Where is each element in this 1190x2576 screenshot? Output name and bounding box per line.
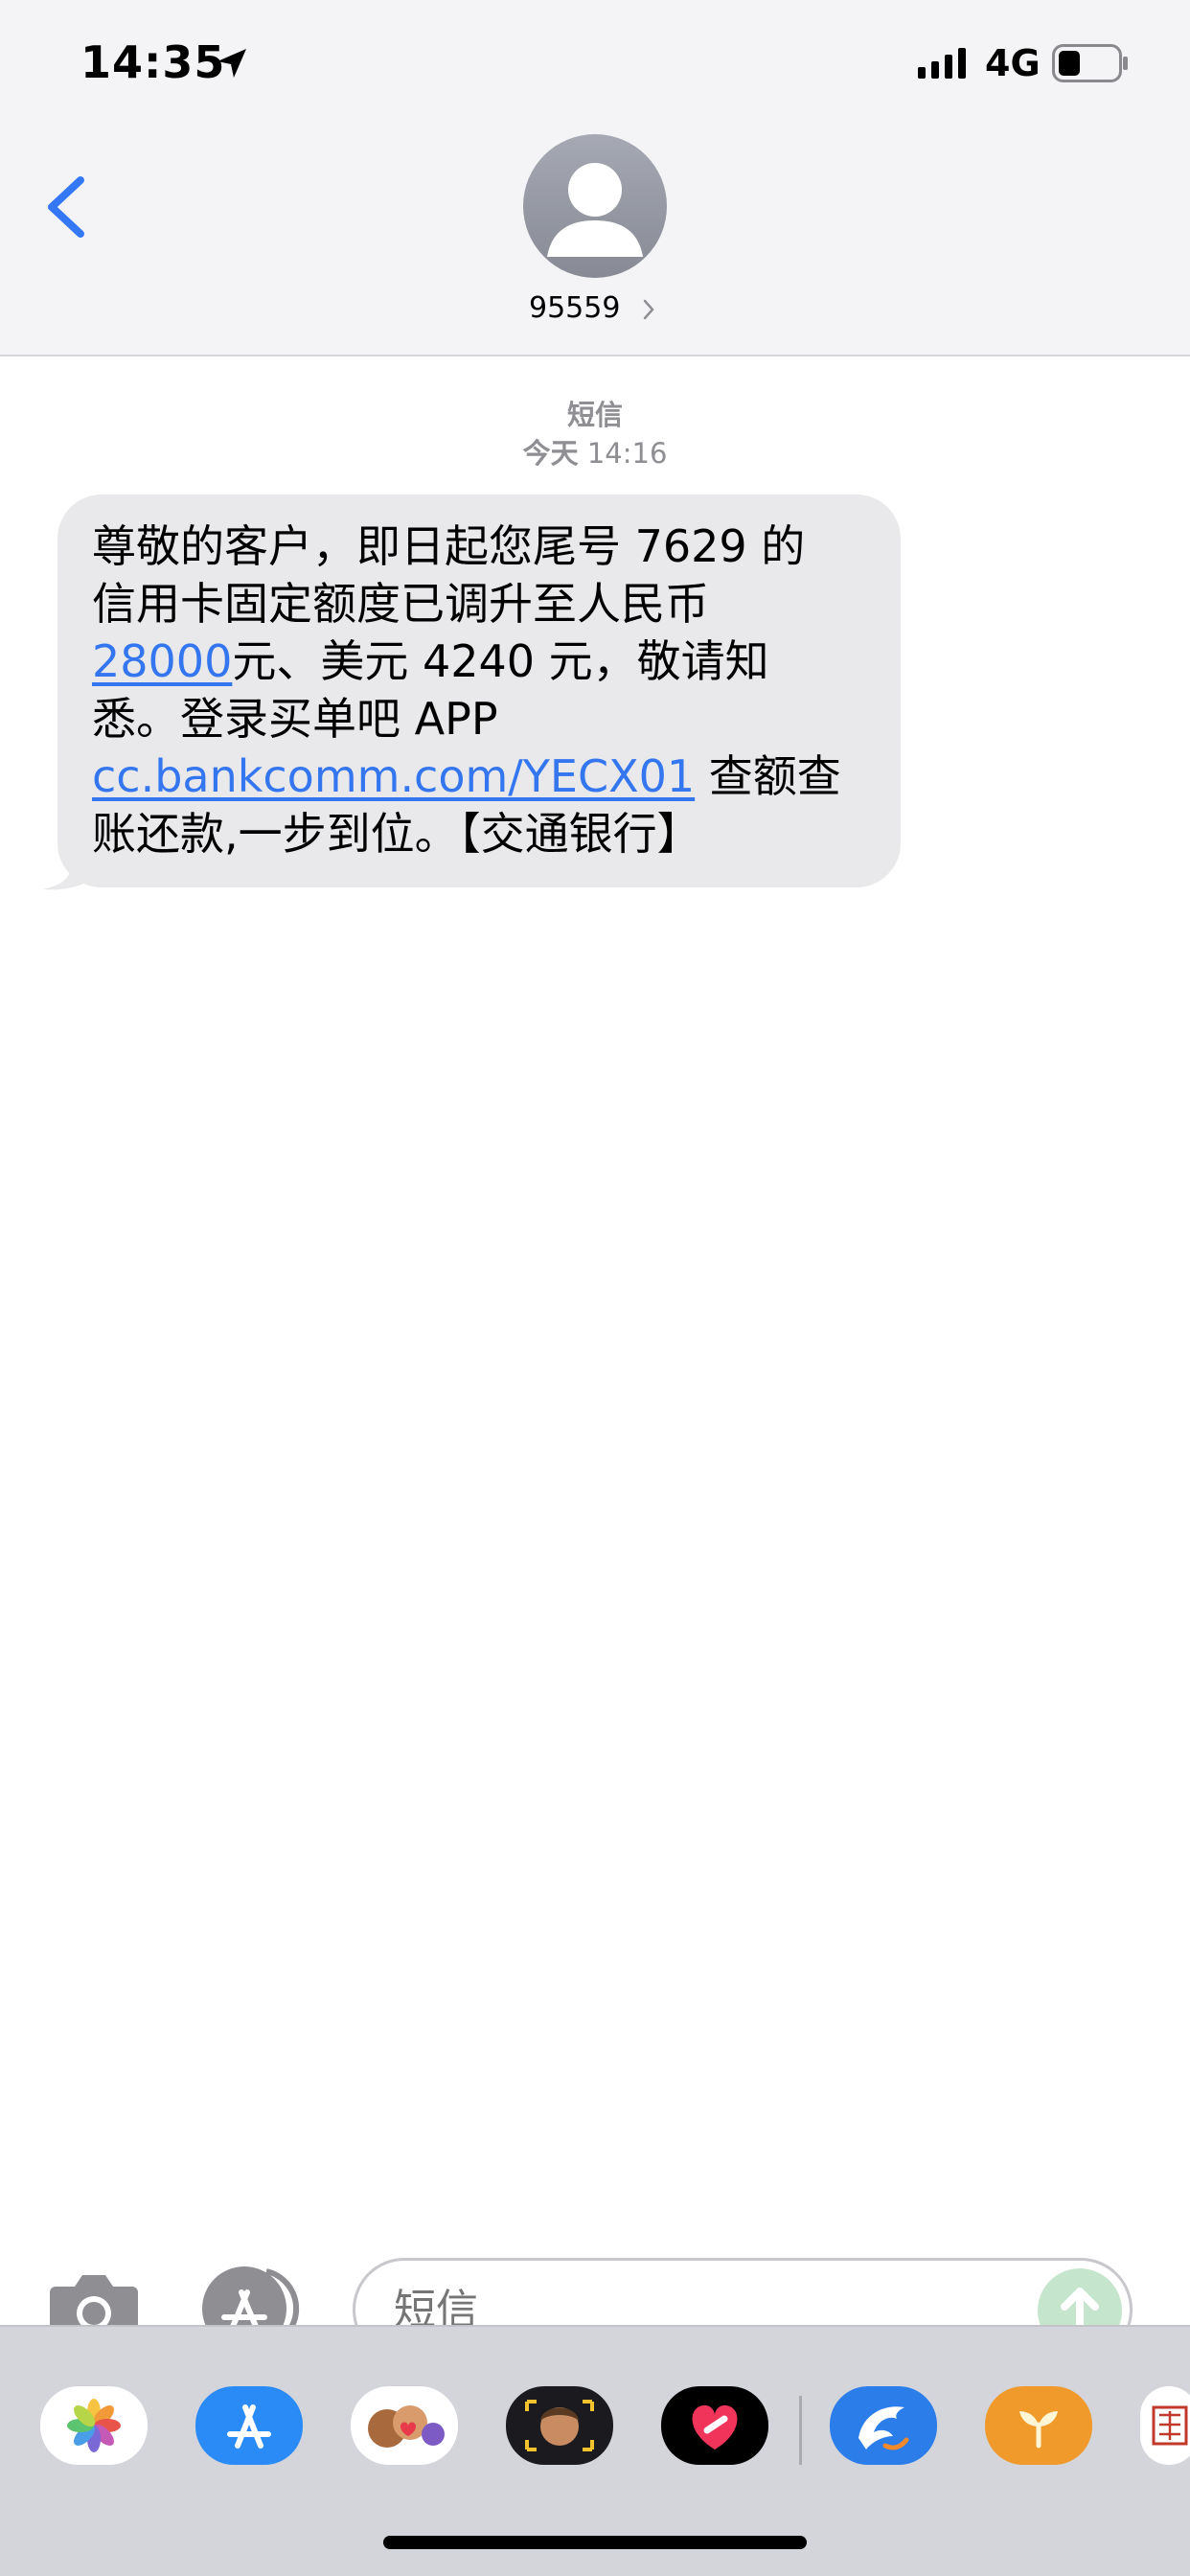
contact-name[interactable]: 95559	[529, 291, 620, 325]
network-type: 4G	[985, 42, 1041, 84]
photos-icon[interactable]	[40, 2386, 148, 2465]
message-text: 元、美元 4240 元，敬请知	[232, 635, 769, 687]
conversation-header: 14:35 4G 95559	[0, 0, 1190, 356]
message-service-label: 短信	[566, 399, 623, 431]
message-line: 悉。登录买单吧 APP	[92, 693, 498, 745]
app-store-icon[interactable]	[195, 2386, 303, 2465]
battery-icon	[1052, 44, 1128, 82]
url-link[interactable]: cc.bankcomm.com/YECX01	[92, 750, 695, 802]
message-line: cc.bankcomm.com/YECX01 查额查	[92, 748, 866, 805]
dolphin-app-icon[interactable]	[830, 2386, 937, 2465]
timestamp-day: 今天	[522, 437, 579, 470]
message-timestamp: 今天 14:16	[0, 431, 1190, 472]
message-line: 账还款,一步到位。【交通银行】	[92, 808, 701, 860]
message-text: 查额查	[695, 750, 841, 802]
memoji-stickers-icon[interactable]	[351, 2386, 458, 2465]
tray-separator	[799, 2396, 802, 2465]
sprout-app-icon[interactable]	[985, 2386, 1092, 2465]
status-time: 14:35	[80, 36, 226, 88]
chevron-right-icon[interactable]	[642, 298, 655, 321]
message-line: 28000元、美元 4240 元，敬请知	[92, 632, 866, 690]
contact-avatar[interactable]	[523, 134, 667, 278]
location-arrow-icon	[217, 49, 246, 78]
amount-link[interactable]: 28000	[92, 635, 232, 687]
stamp-app-icon[interactable]	[1140, 2386, 1190, 2465]
received-message-bubble[interactable]: 尊敬的客户，即日起您尾号 7629 的 信用卡固定额度已调升至人民币 28000…	[57, 494, 901, 887]
back-chevron-icon[interactable]	[38, 169, 96, 245]
message-line: 尊敬的客户，即日起您尾号 7629 的	[92, 520, 806, 572]
digital-touch-icon[interactable]	[661, 2386, 768, 2465]
person-silhouette-icon	[547, 163, 643, 257]
timestamp-time: 14:16	[586, 437, 668, 470]
cellular-signal-icon	[918, 48, 966, 79]
message-line: 信用卡固定额度已调升至人民币	[92, 578, 709, 630]
home-indicator[interactable]	[383, 2536, 807, 2549]
animoji-icon[interactable]	[506, 2386, 613, 2465]
